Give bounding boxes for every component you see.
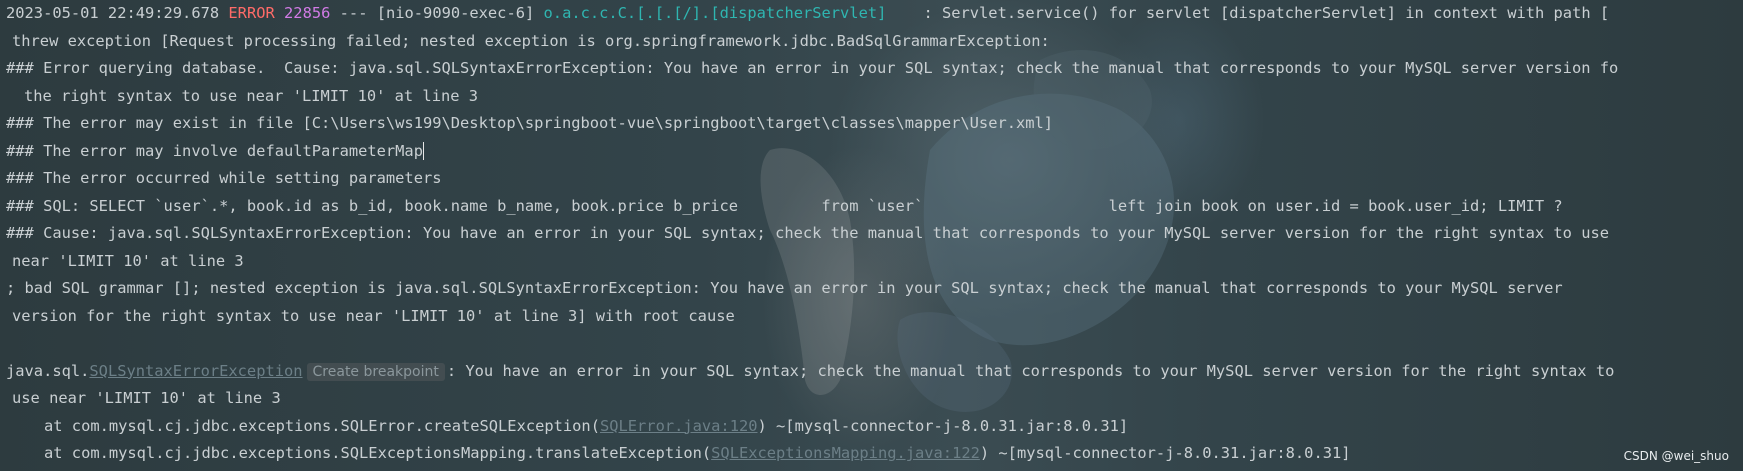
log-line[interactable]: near 'LIMIT 10' at line 3 <box>6 248 1743 276</box>
log-thread: --- [nio-9090-exec-6] <box>339 4 535 22</box>
exception-prefix: java.sql. <box>6 361 90 380</box>
log-line[interactable]: ### Cause: java.sql.SQLSyntaxErrorExcept… <box>6 220 1743 248</box>
log-line[interactable]: use near 'LIMIT 10' at line 3 <box>6 385 1743 413</box>
log-line[interactable]: java.sql.SQLSyntaxErrorException Create b… <box>6 358 1743 386</box>
log-line[interactable]: 2023-05-01 22:49:29.678 ERROR 22856 --- … <box>6 0 1743 28</box>
log-lines: 2023-05-01 22:49:29.678 ERROR 22856 --- … <box>6 0 1743 468</box>
log-logger: o.a.c.c.C.[.[.[/].[dispatcherServlet] <box>543 4 887 22</box>
log-line[interactable]: ### Error querying database. Cause: java… <box>6 55 1743 83</box>
log-line[interactable]: threw exception [Request processing fail… <box>6 28 1743 56</box>
log-pid: 22856 <box>284 4 331 22</box>
watermark: CSDN @wei_shuo <box>1623 449 1729 463</box>
log-line[interactable]: ### The error may exist in file [C:\User… <box>6 110 1743 138</box>
exception-message: : You have an error in your SQL syntax; … <box>446 361 1615 380</box>
stack-frame[interactable]: at com.mysql.cj.jdbc.exceptions.SQLExcep… <box>6 440 1743 468</box>
log-line[interactable]: ### SQL: SELECT `user`.*, book.id as b_i… <box>6 193 1743 221</box>
console-output[interactable]: 2023-05-01 22:49:29.678 ERROR 22856 --- … <box>0 0 1743 471</box>
stack-frame-jar: ) ~[mysql-connector-j-8.0.31.jar:8.0.31] <box>757 416 1129 435</box>
log-line-text: ### The error may involve defaultParamet… <box>6 141 423 160</box>
create-breakpoint-button[interactable]: Create breakpoint <box>306 362 445 381</box>
log-line[interactable]: ### The error occurred while setting par… <box>6 165 1743 193</box>
text-cursor <box>422 142 424 160</box>
log-level: ERROR <box>228 4 275 22</box>
stack-frame[interactable]: at com.mysql.cj.jdbc.exceptions.SQLError… <box>6 413 1743 441</box>
log-message: : Servlet.service() for servlet [dispatc… <box>886 4 1610 22</box>
source-link[interactable]: SQLError.java:120 <box>600 417 758 435</box>
source-link[interactable]: SQLExceptionsMapping.java:122 <box>711 444 980 462</box>
stack-frame-method: at com.mysql.cj.jdbc.exceptions.SQLError… <box>44 416 600 435</box>
exception-link[interactable]: SQLSyntaxErrorException <box>89 362 302 380</box>
log-line[interactable]: version for the right syntax to use near… <box>6 303 1743 331</box>
log-timestamp: 2023-05-01 22:49:29.678 <box>6 4 220 22</box>
log-line[interactable]: ### The error may involve defaultParamet… <box>6 138 1743 166</box>
log-line[interactable]: the right syntax to use near 'LIMIT 10' … <box>6 83 1743 111</box>
stack-frame-method: at com.mysql.cj.jdbc.exceptions.SQLExcep… <box>44 444 712 462</box>
log-line[interactable]: ; bad SQL grammar []; nested exception i… <box>6 275 1743 303</box>
stack-frame-jar: ) ~[mysql-connector-j-8.0.31.jar:8.0.31] <box>979 444 1351 462</box>
